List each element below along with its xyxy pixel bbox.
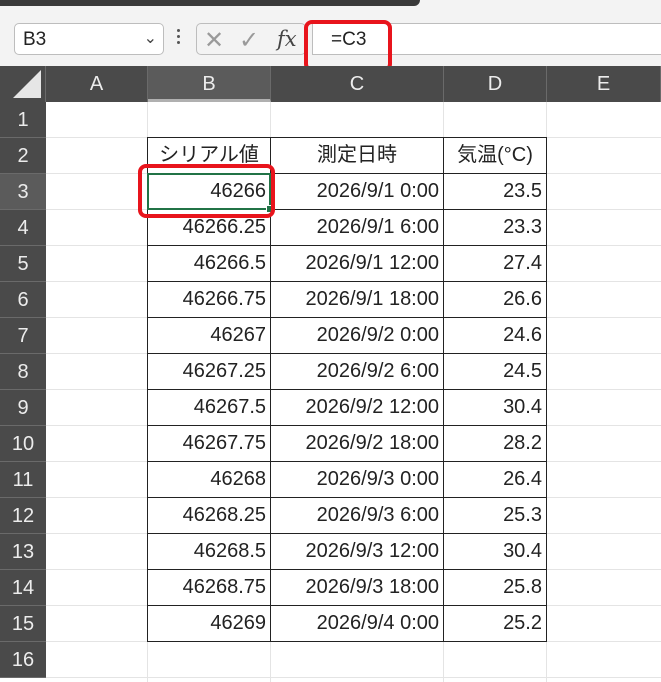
table-cell[interactable]: 46268.75 (147, 570, 271, 606)
column-header-e[interactable]: E (547, 66, 661, 102)
row-header-11[interactable]: 11 (0, 462, 46, 498)
select-all-button[interactable] (0, 66, 46, 102)
table-cell[interactable]: 2026/9/2 0:00 (271, 318, 444, 354)
check-icon[interactable]: ✓ (239, 26, 259, 54)
table-header-cell[interactable]: 測定日時 (271, 137, 444, 174)
table-cell[interactable]: 23.3 (444, 210, 547, 246)
table-cell[interactable]: 46266.5 (147, 246, 271, 282)
row-header-3[interactable]: 3 (0, 174, 46, 210)
table-cell[interactable]: 2026/9/3 0:00 (271, 462, 444, 498)
table-cell[interactable]: 2026/9/2 18:00 (271, 426, 444, 462)
formula-bar: B3 ⌄ ✕ ✓ fx =C3 (0, 14, 661, 72)
row-header-6[interactable]: 6 (0, 282, 46, 318)
table-cell[interactable]: 30.4 (444, 534, 547, 570)
table-cell[interactable]: 26.6 (444, 282, 547, 318)
table-cell[interactable]: 46268.5 (147, 534, 271, 570)
table-cell[interactable]: 2026/9/1 0:00 (271, 174, 444, 210)
table-cell[interactable]: 28.2 (444, 426, 547, 462)
row-header-7[interactable]: 7 (0, 318, 46, 354)
fx-icon[interactable]: fx (277, 27, 297, 51)
column-header-c[interactable]: C (271, 66, 444, 102)
row-header-4[interactable]: 4 (0, 210, 46, 246)
row-header-12[interactable]: 12 (0, 498, 46, 534)
table-cell[interactable]: 23.5 (444, 174, 547, 210)
table-cell[interactable]: 25.3 (444, 498, 547, 534)
table-cell[interactable]: 2026/9/3 18:00 (271, 570, 444, 606)
column-header-a[interactable]: A (46, 66, 148, 102)
formula-actions: ✕ ✓ fx (196, 23, 306, 55)
cell-highlight-box (138, 164, 275, 218)
table-cell[interactable]: 46267.75 (147, 426, 271, 462)
chevron-down-icon[interactable]: ⌄ (144, 28, 157, 47)
table-cell[interactable]: 2026/9/2 12:00 (271, 390, 444, 426)
table-cell[interactable]: 46268 (147, 462, 271, 498)
gridline (46, 677, 661, 678)
table-cell[interactable]: 30.4 (444, 390, 547, 426)
name-box-value: B3 (23, 29, 47, 50)
row-header-1[interactable]: 1 (0, 102, 46, 138)
row-header-16[interactable]: 16 (0, 642, 46, 678)
row-header-14[interactable]: 14 (0, 570, 46, 606)
table-cell[interactable]: 46267 (147, 318, 271, 354)
row-header-8[interactable]: 8 (0, 354, 46, 390)
table-cell[interactable]: 46269 (147, 606, 271, 642)
table-cell[interactable]: 2026/9/1 6:00 (271, 210, 444, 246)
table-header-cell[interactable]: 気温(°C) (444, 137, 547, 174)
formula-highlight-box (304, 20, 392, 72)
title-strip (0, 0, 661, 14)
more-options-icon[interactable] (176, 26, 182, 50)
row-header-15[interactable]: 15 (0, 606, 46, 642)
table-cell[interactable]: 2026/9/3 12:00 (271, 534, 444, 570)
column-header-d[interactable]: D (444, 66, 547, 102)
table-cell[interactable]: 46268.25 (147, 498, 271, 534)
table-cell[interactable]: 25.2 (444, 606, 547, 642)
name-box[interactable]: B3 ⌄ (14, 23, 164, 55)
row-header-10[interactable]: 10 (0, 426, 46, 462)
table-cell[interactable]: 2026/9/3 6:00 (271, 498, 444, 534)
table-cell[interactable]: 46267.25 (147, 354, 271, 390)
table-cell[interactable]: 2026/9/1 18:00 (271, 282, 444, 318)
column-header-b[interactable]: B (148, 66, 271, 102)
table-cell[interactable]: 2026/9/4 0:00 (271, 606, 444, 642)
table-cell[interactable]: 46267.5 (147, 390, 271, 426)
row-header-13[interactable]: 13 (0, 534, 46, 570)
table-cell[interactable]: 2026/9/2 6:00 (271, 354, 444, 390)
row-header-9[interactable]: 9 (0, 390, 46, 426)
table-cell[interactable]: 24.5 (444, 354, 547, 390)
table-cell[interactable]: 2026/9/1 12:00 (271, 246, 444, 282)
row-header-2[interactable]: 2 (0, 138, 46, 174)
row-header-5[interactable]: 5 (0, 246, 46, 282)
table-cell[interactable]: 26.4 (444, 462, 547, 498)
close-icon[interactable]: ✕ (204, 26, 224, 54)
table-cell[interactable]: 24.6 (444, 318, 547, 354)
table-cell[interactable]: 25.8 (444, 570, 547, 606)
table-cell[interactable]: 27.4 (444, 246, 547, 282)
spreadsheet-grid: ABCDE 1 2 3 4 5 6 7 8 9 10 11 12 13 14 15 16 シリアル値 測定日時気… (0, 66, 661, 682)
table-cell[interactable]: 46266.75 (147, 282, 271, 318)
